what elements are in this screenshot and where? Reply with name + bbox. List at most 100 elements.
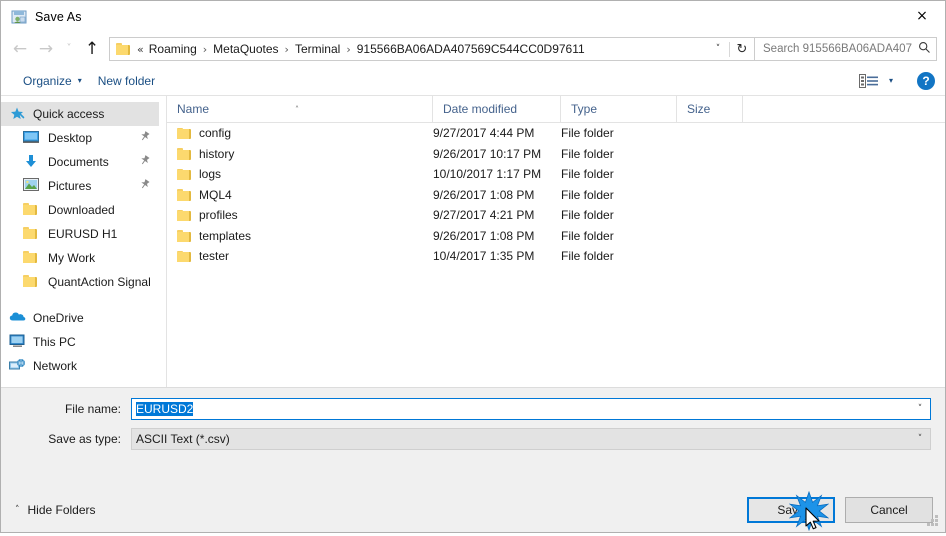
address-bar[interactable]: « Roaming › MetaQuotes › Terminal › 9155…	[109, 37, 755, 61]
file-type-cell: File folder	[561, 228, 614, 243]
column-header-type[interactable]: Type	[561, 96, 677, 122]
column-headers: Name ˄ Date modified Type Size	[167, 96, 945, 123]
save-form: File name: EURUSD2 ˅ Save as type: ASCII…	[1, 387, 945, 488]
file-name-label: profiles	[199, 208, 238, 223]
new-folder-button[interactable]: New folder	[90, 71, 163, 91]
network-icon	[9, 358, 27, 374]
sidebar-item-quick-access[interactable]: Quick access	[1, 102, 159, 126]
column-header-name[interactable]: Name ˄	[167, 96, 433, 122]
file-name-label: templates	[199, 228, 252, 243]
column-header-empty[interactable]	[743, 96, 945, 122]
file-rows: config 9/27/2017 4:44 PM File folder his…	[167, 123, 945, 387]
column-header-name-label: Name	[177, 102, 210, 116]
breadcrumb-overflow[interactable]: «	[137, 43, 146, 56]
file-name-value: EURUSD2	[132, 402, 910, 416]
save-button-label: Save	[777, 503, 805, 517]
organize-button[interactable]: Organize ▾	[15, 71, 90, 91]
save-as-type-row: Save as type: ASCII Text (*.csv) ˅	[15, 428, 931, 450]
file-type-cell: File folder	[561, 249, 614, 264]
pin-icon[interactable]	[137, 153, 154, 170]
chevron-up-icon: ˄	[15, 505, 20, 515]
sidebar-item-label: Pictures	[48, 179, 92, 193]
cancel-button[interactable]: Cancel	[845, 497, 933, 523]
sidebar-item-documents[interactable]: Documents	[1, 150, 159, 174]
file-name-label: history	[199, 146, 235, 161]
file-date-cell: 9/26/2017 1:08 PM	[433, 228, 535, 243]
folder-icon	[177, 209, 192, 222]
save-as-dialog: Save As × ← → ˅ ↑ « Roaming › MetaQuotes…	[0, 0, 946, 533]
search-input[interactable]: Search 915566BA06ADA40756...	[755, 43, 912, 55]
refresh-icon[interactable]: ↻	[729, 41, 754, 57]
breadcrumb-item-3[interactable]: 915566BA06ADA407569C544CC0D97611	[354, 42, 588, 56]
organize-label: Organize	[23, 73, 72, 88]
sidebar-item-network[interactable]: Network	[1, 354, 159, 378]
up-button[interactable]: ↑	[79, 36, 105, 62]
navigation-pane: Quick access Desktop Documents Pictures …	[1, 96, 167, 387]
sidebar-item-onedrive[interactable]: OneDrive	[1, 306, 159, 330]
folder-icon	[177, 168, 192, 181]
breadcrumb: « Roaming › MetaQuotes › Terminal › 9155…	[137, 42, 707, 56]
sidebar-item-label: OneDrive	[33, 311, 84, 325]
file-name-cell: config	[167, 126, 433, 140]
forward-button[interactable]: →	[33, 36, 59, 62]
back-button[interactable]: ←	[7, 36, 33, 62]
table-row[interactable]: MQL4 9/26/2017 1:08 PM File folder	[167, 185, 945, 206]
view-options-button[interactable]: ▾	[851, 71, 901, 91]
window-title: Save As	[35, 9, 82, 24]
column-header-size[interactable]: Size	[677, 96, 743, 122]
hide-folders-button[interactable]: ˄ Hide Folders	[15, 503, 96, 517]
sidebar-item-label: Desktop	[48, 131, 93, 145]
breadcrumb-item-2[interactable]: Terminal	[292, 42, 343, 56]
column-header-date-modified[interactable]: Date modified	[433, 96, 561, 122]
breadcrumb-separator[interactable]: ›	[200, 43, 210, 56]
dialog-body: Quick access Desktop Documents Pictures …	[1, 96, 945, 387]
sidebar-item-label: Downloaded	[48, 203, 115, 217]
table-row[interactable]: history 9/26/2017 10:17 PM File folder	[167, 144, 945, 165]
file-name-label: logs	[199, 167, 222, 182]
chevron-down-icon[interactable]: ˅	[707, 44, 729, 54]
sidebar-item-eurusd-h1[interactable]: EURUSD H1	[1, 222, 159, 246]
save-as-type-select[interactable]: ASCII Text (*.csv) ˅	[131, 428, 931, 450]
file-date-cell: 9/27/2017 4:21 PM	[433, 208, 535, 223]
sidebar-item-label: Documents	[48, 155, 109, 169]
breadcrumb-item-0[interactable]: Roaming	[146, 42, 200, 56]
chevron-down-icon: ▾	[77, 76, 82, 85]
sidebar-item-pictures[interactable]: Pictures	[1, 174, 159, 198]
list-view-icon	[858, 73, 879, 88]
table-row[interactable]: profiles 9/27/2017 4:21 PM File folder	[167, 205, 945, 226]
search-box[interactable]: Search 915566BA06ADA40756...	[755, 37, 937, 61]
breadcrumb-item-1[interactable]: MetaQuotes	[210, 42, 281, 56]
navigation-bar: ← → ˅ ↑ « Roaming › MetaQuotes › Termina…	[1, 32, 945, 66]
sidebar-item-this-pc[interactable]: This PC	[1, 330, 159, 354]
close-icon[interactable]: ×	[899, 1, 945, 31]
sidebar-item-label: My Work	[48, 251, 96, 265]
folder-icon	[23, 274, 41, 290]
pin-icon[interactable]	[137, 129, 154, 146]
this-pc-icon	[9, 334, 27, 350]
sort-ascending-icon: ˄	[295, 105, 299, 114]
save-button[interactable]: Save	[747, 497, 835, 523]
sidebar-item-my-work[interactable]: My Work	[1, 246, 159, 270]
table-row[interactable]: logs 10/10/2017 1:17 PM File folder	[167, 164, 945, 185]
table-row[interactable]: config 9/27/2017 4:44 PM File folder	[167, 123, 945, 144]
sidebar-item-quantaction-signal[interactable]: QuantAction Signal	[1, 270, 159, 294]
cancel-button-label: Cancel	[870, 503, 908, 517]
breadcrumb-separator[interactable]: ›	[343, 43, 353, 56]
file-list-pane: Name ˄ Date modified Type Size config 9/…	[167, 96, 945, 387]
sidebar-item-desktop[interactable]: Desktop	[1, 126, 159, 150]
sidebar-item-label: EURUSD H1	[48, 227, 118, 241]
help-button[interactable]: ?	[917, 71, 935, 90]
chevron-down-icon[interactable]: ˅	[910, 404, 930, 414]
table-row[interactable]: tester 10/4/2017 1:35 PM File folder	[167, 246, 945, 267]
file-date-cell: 10/4/2017 1:35 PM	[433, 249, 535, 264]
chevron-down-icon[interactable]: ˅	[910, 434, 930, 444]
recent-locations-button[interactable]: ˅	[59, 36, 79, 62]
documents-icon	[23, 154, 41, 170]
pin-icon[interactable]	[137, 177, 154, 194]
breadcrumb-separator[interactable]: ›	[282, 43, 292, 56]
resize-grip[interactable]	[927, 515, 939, 527]
table-row[interactable]: templates 9/26/2017 1:08 PM File folder	[167, 226, 945, 247]
file-name-input[interactable]: EURUSD2 ˅	[131, 398, 931, 420]
sidebar-item-downloaded[interactable]: Downloaded	[1, 198, 159, 222]
dialog-buttons: Save Cancel	[747, 490, 933, 532]
